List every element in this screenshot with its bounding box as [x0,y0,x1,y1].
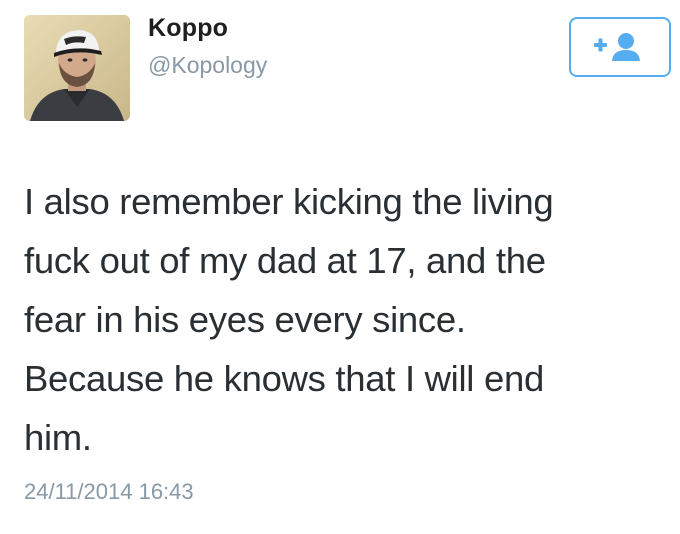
tweet-timestamp[interactable]: 24/11/2014 16:43 [24,479,194,505]
tweet-text: I also remember kicking the living fuck … [24,181,554,458]
tweet-card: Koppo @Kopology I also remember kicking … [0,0,680,534]
profile-photo-icon [24,15,130,121]
add-user-icon [594,33,640,61]
avatar[interactable] [24,15,130,121]
user-handle[interactable]: @Kopology [148,52,267,79]
follow-button[interactable] [569,17,671,77]
display-name[interactable]: Koppo [148,14,228,43]
